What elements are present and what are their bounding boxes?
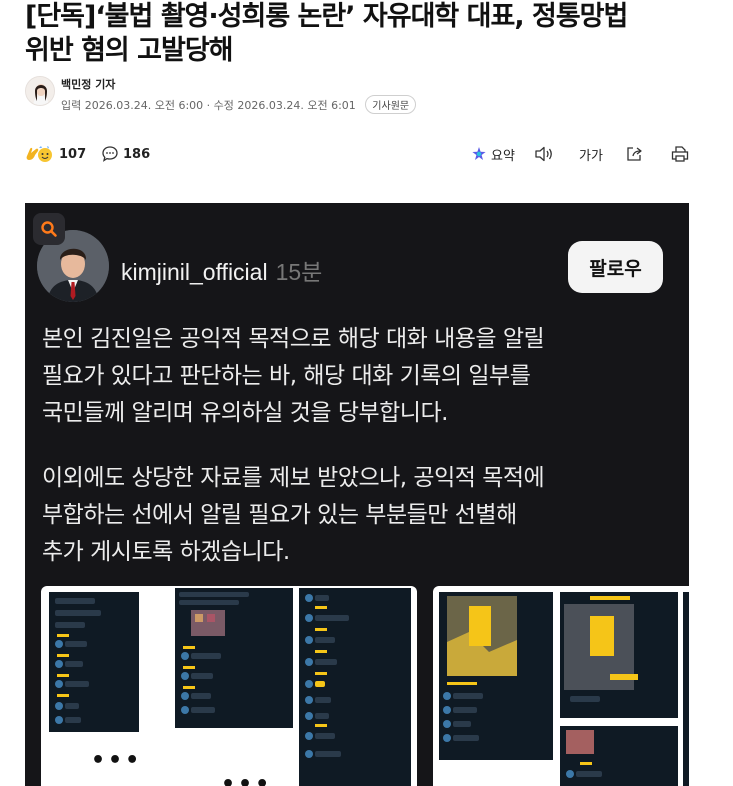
comment-count: 186 xyxy=(123,146,151,162)
chat-screenshot xyxy=(439,592,553,760)
post-paragraph-2: 이외에도 상당한 자료를 제보 받았으나, 공익적 목적에 부합하는 선에서 알… xyxy=(42,460,672,571)
summary-button[interactable]: 요약 xyxy=(471,142,515,166)
share-icon xyxy=(625,145,645,163)
reaction-count: 107 xyxy=(59,146,87,162)
article-dates: 입력 2026.03.24. 오전 6:00 · 수정 2026.03.24. … xyxy=(61,95,417,114)
byline: 백민정 기자 입력 2026.03.24. 오전 6:00 · 수정 2026.… xyxy=(25,76,705,114)
comment-icon xyxy=(101,145,119,163)
chat-screenshot xyxy=(175,588,293,728)
post-line: 추가 게시토록 하겠습니다. xyxy=(42,539,290,565)
summary-label: 요약 xyxy=(491,148,515,164)
chat-screenshot xyxy=(683,592,689,786)
more-dots: ••• xyxy=(221,772,273,786)
post-line: 이외에도 상당한 자료를 제보 받았으나, 공익적 목적에 xyxy=(42,465,545,491)
headline-line-2: 위반 혐의 고발당해 xyxy=(25,35,234,66)
summary-icon xyxy=(471,146,487,162)
print-button[interactable] xyxy=(670,142,690,166)
post-handle: kimjinil_official 15분 xyxy=(121,253,322,287)
post-line: 필요가 있다고 판단하는 바, 해당 대화 기록의 일부를 xyxy=(42,363,531,389)
chat-screenshot xyxy=(560,726,678,786)
reporter-avatar[interactable] xyxy=(25,76,55,106)
share-button[interactable] xyxy=(625,142,645,166)
chat-screenshot xyxy=(560,592,678,718)
search-icon[interactable] xyxy=(33,213,65,245)
account-name: kimjinil_official xyxy=(121,259,268,285)
font-size-icon: 가가 xyxy=(579,148,603,164)
reporter-name[interactable]: 백민정 기자 xyxy=(61,76,115,92)
comment-button[interactable]: 186 xyxy=(101,142,150,166)
article-action-bar: 107 186 요약 가가 xyxy=(25,142,693,166)
font-size-button[interactable]: 가가 xyxy=(579,142,603,166)
embedded-post-image: kimjinil_official 15분 팔로우 본인 김진일은 공익적 목적으… xyxy=(25,203,689,786)
speaker-icon xyxy=(534,145,554,163)
follow-button: 팔로우 xyxy=(568,241,663,293)
chat-screenshot-group-left: ••• ••• xyxy=(41,586,417,786)
publish-dates: 입력 2026.03.24. 오전 6:00 · 수정 2026.03.24. … xyxy=(61,99,356,112)
chat-screenshot xyxy=(49,592,139,732)
reaction-button[interactable]: 107 xyxy=(25,142,86,166)
print-icon xyxy=(670,145,690,163)
reaction-emoji-icon xyxy=(25,144,55,164)
post-time-ago: 15분 xyxy=(275,259,323,285)
post-paragraph-1: 본인 김진일은 공익적 목적으로 해당 대화 내용을 알릴 필요가 있다고 판단… xyxy=(42,321,672,432)
post-line: 부합하는 선에서 알릴 필요가 있는 부분들만 선별해 xyxy=(42,502,517,528)
post-line: 국민들께 알리며 유의하실 것을 당부합니다. xyxy=(42,400,448,426)
headline-line-1: [단독]‘불법 촬영·성희롱 논란’ 자유대학 대표, 정통망법 xyxy=(25,1,628,32)
listen-button[interactable] xyxy=(534,142,554,166)
article-headline: [단독]‘불법 촬영·성희롱 논란’ 자유대학 대표, 정통망법 위반 혐의 고… xyxy=(25,0,705,68)
chat-screenshot-group-right xyxy=(433,586,689,786)
more-dots: ••• xyxy=(91,748,143,773)
original-article-button[interactable]: 기사원문 xyxy=(365,95,417,114)
post-line: 본인 김진일은 공익적 목적으로 해당 대화 내용을 알릴 xyxy=(42,326,545,352)
chat-screenshot xyxy=(299,588,411,786)
